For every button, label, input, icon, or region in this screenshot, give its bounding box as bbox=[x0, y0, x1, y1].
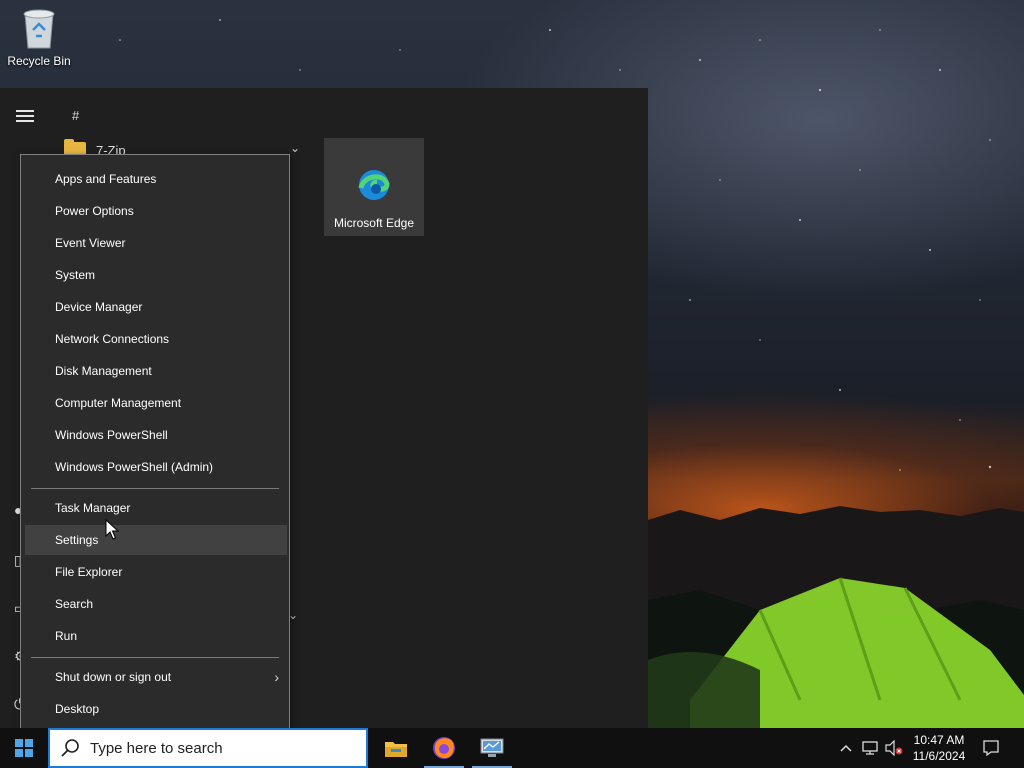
notification-icon[interactable] bbox=[981, 738, 1001, 758]
chevron-up-icon[interactable] bbox=[836, 738, 856, 758]
menu-item-settings[interactable]: Settings bbox=[25, 525, 287, 555]
network-app-icon bbox=[480, 738, 504, 757]
menu-item-desktop[interactable]: Desktop bbox=[25, 694, 287, 724]
menu-item-label: Power Options bbox=[55, 204, 134, 218]
taskbar-network-app[interactable] bbox=[468, 728, 516, 768]
chevron-right-icon: › bbox=[274, 669, 279, 685]
menu-item-label: Disk Management bbox=[55, 364, 152, 378]
taskbar: Type here to search 10:47 AM 11/6/2024 bbox=[0, 728, 1024, 768]
menu-item-network-connections[interactable]: Network Connections bbox=[25, 324, 287, 354]
menu-item-power-options[interactable]: Power Options bbox=[25, 196, 287, 226]
search-icon bbox=[61, 739, 79, 757]
menu-item-windows-powershell[interactable]: Windows PowerShell bbox=[25, 420, 287, 450]
menu-item-label: Task Manager bbox=[55, 501, 131, 515]
menu-item-label: Settings bbox=[55, 533, 99, 547]
menu-item-shut-down-or-sign-out[interactable]: Shut down or sign out › bbox=[25, 662, 287, 692]
tile-microsoft-edge[interactable]: Microsoft Edge bbox=[324, 138, 424, 236]
menu-item-label: Shut down or sign out bbox=[55, 670, 172, 684]
search-placeholder: Type here to search bbox=[90, 739, 223, 757]
menu-item-label: Run bbox=[55, 629, 78, 643]
menu-item-label: Network Connections bbox=[55, 332, 170, 346]
menu-item-task-manager[interactable]: Task Manager bbox=[25, 493, 287, 523]
windows-logo-icon bbox=[15, 739, 33, 757]
menu-item-apps-and-features[interactable]: Apps and Features bbox=[25, 164, 287, 194]
firefox-icon bbox=[433, 737, 455, 759]
menu-separator bbox=[31, 488, 279, 489]
power-user-context-menu: Apps and Features Power Options Event Vi… bbox=[20, 154, 290, 732]
desktop-icon-recycle-bin[interactable]: Recycle Bin bbox=[4, 6, 74, 68]
taskbar-firefox[interactable] bbox=[420, 728, 468, 768]
menu-item-label: Windows PowerShell bbox=[55, 428, 168, 442]
menu-item-label: Windows PowerShell (Admin) bbox=[55, 460, 214, 474]
menu-item-file-explorer[interactable]: File Explorer bbox=[25, 557, 287, 587]
menu-item-label: Search bbox=[55, 597, 94, 611]
volume-muted-icon[interactable] bbox=[884, 738, 904, 758]
desktop-icon-label: Recycle Bin bbox=[7, 54, 71, 68]
taskbar-search-box[interactable]: Type here to search bbox=[48, 728, 368, 768]
clock-time: 10:47 AM bbox=[913, 733, 965, 747]
menu-item-label: Apps and Features bbox=[55, 172, 157, 186]
menu-item-label: System bbox=[55, 268, 96, 282]
menu-item-event-viewer[interactable]: Event Viewer bbox=[25, 228, 287, 258]
taskbar-clock[interactable]: 10:47 AM 11/6/2024 bbox=[908, 732, 970, 764]
menu-item-device-manager[interactable]: Device Manager bbox=[25, 292, 287, 322]
app-list-section-header[interactable]: # bbox=[72, 108, 79, 123]
menu-item-label: Device Manager bbox=[55, 300, 143, 314]
file-explorer-icon bbox=[385, 742, 407, 757]
tile-label: Microsoft Edge bbox=[333, 216, 415, 230]
menu-item-run[interactable]: Run bbox=[25, 621, 287, 651]
edge-icon bbox=[358, 170, 390, 200]
chevron-down-icon: ⌄ bbox=[289, 141, 300, 155]
menu-item-search[interactable]: Search bbox=[25, 589, 287, 619]
start-button[interactable] bbox=[0, 728, 48, 768]
menu-item-label: File Explorer bbox=[55, 565, 123, 579]
menu-item-label: Event Viewer bbox=[55, 236, 126, 250]
menu-separator bbox=[31, 657, 279, 658]
clock-date: 11/6/2024 bbox=[912, 749, 966, 763]
menu-item-disk-management[interactable]: Disk Management bbox=[25, 356, 287, 386]
network-icon[interactable] bbox=[860, 738, 880, 758]
menu-item-windows-powershell-admin[interactable]: Windows PowerShell (Admin) bbox=[25, 452, 287, 482]
recycle-bin-icon bbox=[23, 9, 55, 49]
taskbar-file-explorer[interactable] bbox=[372, 728, 420, 768]
menu-item-label: Desktop bbox=[55, 702, 100, 716]
mouse-cursor-icon bbox=[105, 519, 119, 540]
menu-item-label: Computer Management bbox=[55, 396, 182, 410]
menu-item-system[interactable]: System bbox=[25, 260, 287, 290]
hamburger-menu-icon[interactable] bbox=[16, 110, 34, 122]
menu-item-computer-management[interactable]: Computer Management bbox=[25, 388, 287, 418]
